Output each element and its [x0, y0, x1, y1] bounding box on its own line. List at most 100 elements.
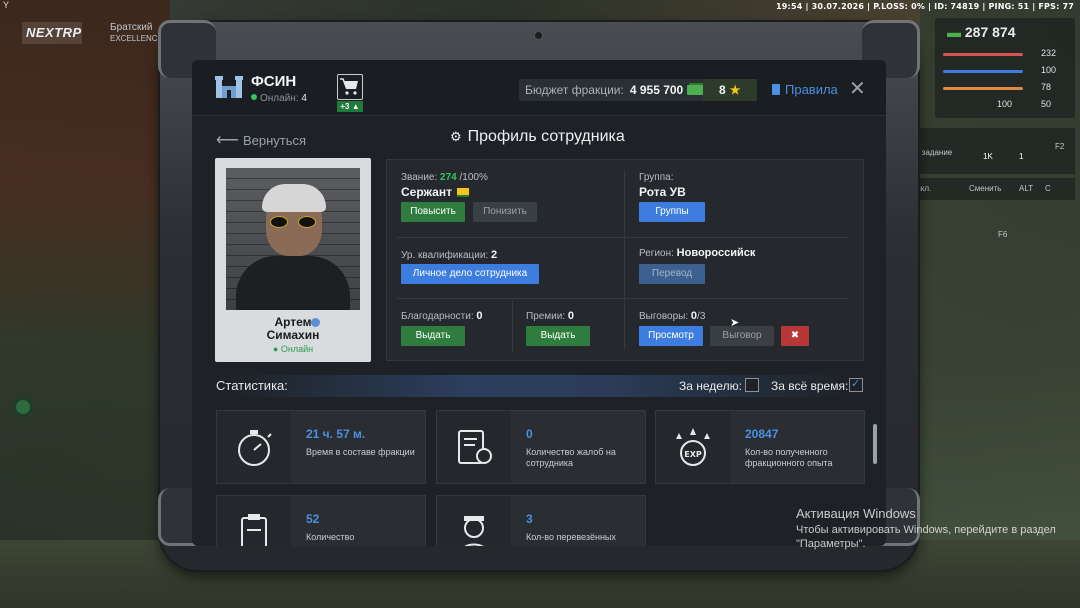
- faction-name: ФСИН: [251, 73, 297, 90]
- stat-tile: 3 Кол-во перевезённых: [436, 495, 646, 546]
- groups-button[interactable]: Группы: [639, 202, 705, 222]
- budget-value: 4 955 700: [629, 83, 684, 97]
- f6-key: F6: [998, 230, 1008, 239]
- stamina-value: 100: [1041, 65, 1057, 75]
- activation-line1: Чтобы активировать Windows, перейдите в …: [796, 524, 1056, 536]
- give-thanks-button[interactable]: Выдать: [401, 326, 465, 346]
- back-label: Вернуться: [242, 133, 307, 148]
- activation-line2: "Параметры".: [796, 538, 866, 550]
- week-checkbox[interactable]: [745, 378, 759, 392]
- user-remove-icon: ✖: [790, 330, 800, 341]
- demote-button[interactable]: Понизить: [473, 202, 537, 222]
- task-label: е задание: [915, 148, 953, 157]
- transfer-button[interactable]: Перевод: [639, 264, 705, 284]
- region-value: Новороссийск: [676, 247, 756, 259]
- armor-value: 50: [1041, 99, 1052, 109]
- qual-value: 2: [491, 249, 498, 261]
- qualification-label: Ур. квалификации: 2: [401, 249, 497, 261]
- page-title-text: Профиль сотрудника: [467, 128, 625, 145]
- stat-desc: Время в составе фракции: [306, 447, 415, 457]
- back-button[interactable]: ⟵ Вернуться: [216, 130, 306, 150]
- all-time-checkbox[interactable]: [849, 377, 863, 392]
- stat-value: 20847: [745, 427, 779, 441]
- profile-icon: [311, 318, 320, 327]
- prison-building-icon: [215, 76, 243, 98]
- stat-desc: Кол-во перевезённых: [526, 532, 616, 542]
- player-stats-hud: ▬ 287 874 232 100 78 100 50: [935, 18, 1075, 118]
- employee-card: Артем Симахин ● Онлайн: [215, 158, 371, 362]
- switch-label: Сменить: [969, 184, 1002, 193]
- reprimand-button[interactable]: Выговор: [710, 326, 774, 346]
- rules-link[interactable]: Правила: [772, 79, 838, 101]
- faction-header: ФСИН Онлайн: 4 +3 ▲ Бюджет фракции: 4 955…: [192, 60, 886, 116]
- reprimand-label: Выговоры: 0/3: [639, 310, 705, 322]
- server-subtitle: EXCELLENCE: [110, 34, 163, 43]
- region-label-text: Регион:: [639, 248, 674, 259]
- exp-icon: EXP: [676, 428, 710, 466]
- star-icon: ★: [729, 83, 741, 97]
- reward-money: 1K: [983, 152, 993, 161]
- stat-tile: 21 ч. 57 м. Время в составе фракции: [216, 410, 426, 484]
- clipboard-icon: [241, 514, 267, 546]
- give-bonus-button[interactable]: Выдать: [526, 326, 590, 346]
- all-time-label: За всё время:: [771, 379, 849, 393]
- thanks-label-text: Благодарности:: [401, 311, 474, 322]
- close-button[interactable]: ✕: [849, 77, 866, 99]
- reprimand-max: /3: [697, 311, 706, 322]
- complaint-icon: [458, 430, 492, 464]
- region-label: Регион: Новороссийск: [639, 247, 755, 259]
- stat-tile: 52 Количество: [216, 495, 426, 546]
- group-name: Рота УВ: [639, 185, 686, 199]
- stat-value: 21 ч. 57 м.: [306, 427, 366, 441]
- employee-name: Артем Симахин: [215, 316, 371, 342]
- reprimand-label-text: Выговоры:: [639, 311, 689, 322]
- week-label: За неделю:: [679, 379, 742, 393]
- stat-desc: Кол-во полученного фракционного опыта: [745, 447, 833, 468]
- stats-title: Статистика:: [216, 378, 288, 393]
- server-name: Братский EXCELLENCE: [110, 22, 163, 44]
- cart-badge-value: +3: [340, 102, 350, 111]
- mouse-cursor-icon: ➤: [730, 316, 740, 329]
- shop-cart-button[interactable]: [337, 74, 363, 100]
- c-key: C: [1045, 184, 1051, 193]
- health-bar: [943, 53, 1023, 56]
- task-panel: е задание 1K 1 F2: [915, 128, 1075, 174]
- rank-max: /100%: [459, 172, 488, 183]
- remove-user-button[interactable]: ✖: [781, 326, 809, 346]
- online-count: 4: [301, 93, 307, 104]
- camera-icon: [534, 31, 543, 40]
- stats-scrollbar[interactable]: [873, 424, 877, 464]
- bonus-label: Премии: 0: [526, 310, 574, 322]
- stat-value: 0: [526, 427, 533, 441]
- stat-desc: Количество жалоб на сотрудника: [526, 447, 616, 468]
- stat-value: 3: [526, 512, 533, 526]
- level-value: 8: [719, 83, 726, 97]
- tablet-screen: ФСИН Онлайн: 4 +3 ▲ Бюджет фракции: 4 955…: [192, 60, 886, 546]
- personal-file-button[interactable]: Личное дело сотрудника: [401, 264, 539, 284]
- stat-tile: EXP 20847 Кол-во полученного фракционног…: [655, 410, 865, 484]
- faction-online: Онлайн: 4: [251, 93, 307, 104]
- view-reprimands-button[interactable]: Просмотр: [639, 326, 703, 346]
- page-title: ⚙ Профиль сотрудника: [450, 128, 625, 146]
- stat-desc: Количество: [306, 532, 355, 542]
- employee-last-name: Симахин: [266, 328, 320, 342]
- money-icon: [687, 85, 704, 95]
- rank-insignia-icon: [456, 188, 469, 197]
- server-title: Братский: [110, 22, 153, 33]
- health-value: 232: [1041, 48, 1057, 58]
- rank-label-text: Звание:: [401, 172, 438, 183]
- stamina-bar: [943, 70, 1023, 73]
- arrow-left-icon: ⟵: [216, 132, 239, 149]
- rules-label: Правила: [785, 82, 838, 97]
- stopwatch-icon: [238, 430, 272, 466]
- rank-name: Сержант: [401, 185, 469, 199]
- employee-info-panel: Звание: 274 /100% Сержант Повысить Пониз…: [386, 159, 864, 361]
- thanks-label: Благодарности: 0: [401, 310, 483, 322]
- windows-activation-watermark: Активация Windows Чтобы активировать Win…: [796, 507, 1056, 551]
- promote-button[interactable]: Повысить: [401, 202, 465, 222]
- employee-status-text: Онлайн: [280, 344, 314, 354]
- server-logo: NEXTRP: [22, 22, 82, 44]
- stat-tile: 0 Количество жалоб на сотрудника: [436, 410, 646, 484]
- bonus-value: 0: [567, 310, 575, 322]
- book-icon: [772, 84, 780, 95]
